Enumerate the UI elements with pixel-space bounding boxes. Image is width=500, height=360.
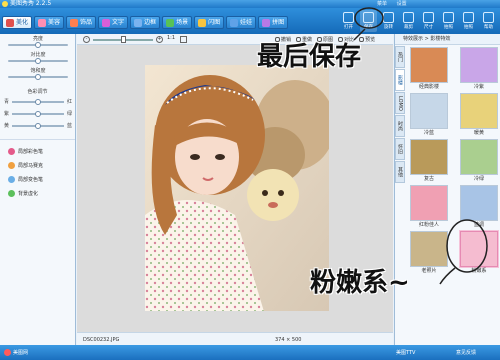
meitu-logo-icon: [4, 349, 11, 356]
meitu-site-link[interactable]: 美图网: [4, 349, 28, 356]
footer-bar: 美图网 美图TTV 意见反馈: [0, 345, 500, 360]
feedback-link[interactable]: 意见反馈: [456, 349, 476, 356]
ttv-link[interactable]: 美图TTV: [396, 349, 415, 356]
pink-annotation: 粉嫩系~: [310, 268, 410, 298]
annotation-overlay: [353, 7, 488, 285]
save-annotation: 最后保存: [257, 42, 362, 72]
